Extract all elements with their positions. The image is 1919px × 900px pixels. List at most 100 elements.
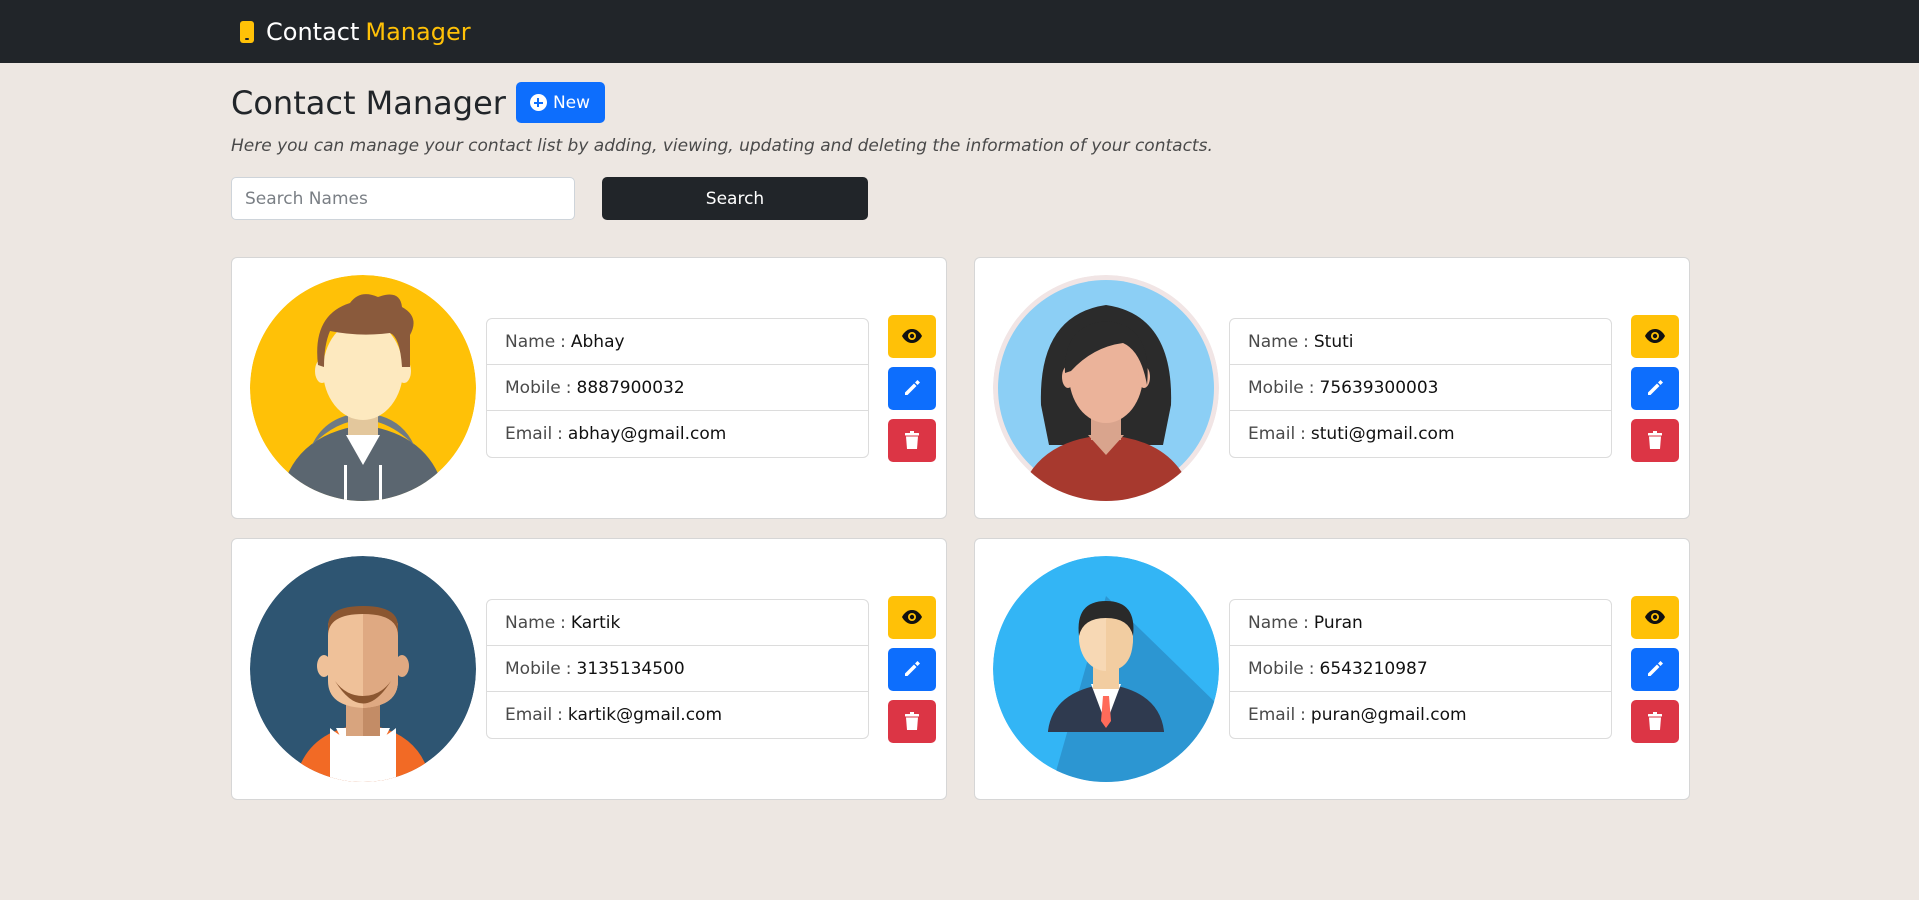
contact-mobile-row: Mobile : 6543210987 <box>1230 646 1611 692</box>
contact-card: Name : Abhay Mobile : 8887900032 Email :… <box>231 257 947 519</box>
contact-mobile-row: Mobile : 8887900032 <box>487 365 868 411</box>
search-button[interactable]: Search <box>602 177 868 220</box>
contact-card: Name : Stuti Mobile : 75639300003 Email … <box>974 257 1690 519</box>
pencil-icon <box>905 661 920 676</box>
contact-name-row: Name : Abhay <box>487 319 868 365</box>
eye-icon <box>902 329 922 343</box>
delete-contact-button[interactable] <box>888 699 936 743</box>
separator: : <box>557 705 563 725</box>
brand-text-accent: Manager <box>365 17 471 46</box>
contact-name-row: Name : Kartik <box>487 600 868 646</box>
view-contact-button[interactable] <box>888 314 936 358</box>
contact-email: stuti@gmail.com <box>1310 424 1455 444</box>
contact-info-list: Name : Abhay Mobile : 8887900032 Email :… <box>486 318 869 458</box>
contact-email-row: Email : stuti@gmail.com <box>1230 411 1611 457</box>
contact-name: Puran <box>1313 612 1363 633</box>
separator: : <box>1303 331 1309 352</box>
contact-name-row: Name : Puran <box>1230 600 1611 646</box>
delete-contact-button[interactable] <box>1631 699 1679 743</box>
mobile-label: Mobile <box>1248 658 1304 679</box>
separator: : <box>1308 658 1315 679</box>
separator: : <box>1308 377 1315 398</box>
contact-email: puran@gmail.com <box>1310 705 1467 725</box>
search-input[interactable] <box>231 177 575 220</box>
pencil-icon <box>1648 380 1663 395</box>
contact-actions <box>1631 314 1679 462</box>
mobile-label: Mobile <box>1248 377 1304 398</box>
edit-contact-button[interactable] <box>1631 647 1679 691</box>
contact-mobile: 3135134500 <box>576 658 685 679</box>
contact-mobile-row: Mobile : 75639300003 <box>1230 365 1611 411</box>
brand-link[interactable]: Contact Manager <box>240 18 471 46</box>
brand-text: Contact <box>266 17 360 46</box>
separator: : <box>1303 612 1309 633</box>
email-label: Email <box>505 705 553 725</box>
contact-info-list: Name : Stuti Mobile : 75639300003 Email … <box>1229 318 1612 458</box>
page-title: Contact Manager <box>231 83 506 122</box>
pencil-icon <box>1648 661 1663 676</box>
contact-mobile: 75639300003 <box>1319 377 1439 398</box>
contact-actions <box>1631 595 1679 743</box>
name-label: Name <box>505 331 556 352</box>
contact-email-row: Email : puran@gmail.com <box>1230 692 1611 738</box>
main-container: Contact Manager New Here you can manage … <box>231 82 1690 800</box>
navbar: Contact Manager <box>0 0 1919 63</box>
view-contact-button[interactable] <box>1631 595 1679 639</box>
name-label: Name <box>505 612 556 633</box>
contact-mobile-row: Mobile : 3135134500 <box>487 646 868 692</box>
contact-mobile: 6543210987 <box>1319 658 1428 679</box>
new-button-label: New <box>552 92 591 113</box>
contact-info-list: Name : Puran Mobile : 6543210987 Email :… <box>1229 599 1612 739</box>
contact-name: Abhay <box>570 331 625 352</box>
mobile-phone-icon <box>240 20 254 43</box>
separator: : <box>560 331 566 352</box>
contact-card: Name : Kartik Mobile : 3135134500 Email … <box>231 538 947 800</box>
eye-icon <box>1645 610 1665 624</box>
trash-icon <box>905 712 919 730</box>
separator: : <box>565 658 572 679</box>
contact-email: abhay@gmail.com <box>567 424 727 444</box>
trash-icon <box>905 431 919 449</box>
contacts-grid: Name : Abhay Mobile : 8887900032 Email :… <box>231 257 1690 800</box>
contact-card: Name : Puran Mobile : 6543210987 Email :… <box>974 538 1690 800</box>
contact-email: kartik@gmail.com <box>567 705 723 725</box>
contact-actions <box>888 595 936 743</box>
separator: : <box>1300 705 1306 725</box>
view-contact-button[interactable] <box>888 595 936 639</box>
contact-actions <box>888 314 936 462</box>
page-description: Here you can manage your contact list by… <box>231 136 1213 156</box>
separator: : <box>1300 424 1306 444</box>
email-label: Email <box>1248 424 1296 444</box>
contact-mobile: 8887900032 <box>576 377 685 398</box>
businessman-avatar <box>993 556 1219 782</box>
delete-contact-button[interactable] <box>888 418 936 462</box>
contact-name: Kartik <box>570 612 621 633</box>
email-label: Email <box>1248 705 1296 725</box>
contact-email-row: Email : kartik@gmail.com <box>487 692 868 738</box>
edit-contact-button[interactable] <box>888 366 936 410</box>
separator: : <box>565 377 572 398</box>
edit-contact-button[interactable] <box>1631 366 1679 410</box>
pencil-icon <box>905 380 920 395</box>
woman-avatar <box>993 275 1219 501</box>
delete-contact-button[interactable] <box>1631 418 1679 462</box>
contact-name-row: Name : Stuti <box>1230 319 1611 365</box>
trash-icon <box>1648 712 1662 730</box>
mobile-label: Mobile <box>505 377 561 398</box>
title-row: Contact Manager New <box>231 82 1689 123</box>
edit-contact-button[interactable] <box>888 647 936 691</box>
trash-icon <box>1648 431 1662 449</box>
separator: : <box>557 424 563 444</box>
bearded-man-avatar <box>250 556 476 782</box>
view-contact-button[interactable] <box>1631 314 1679 358</box>
separator: : <box>560 612 566 633</box>
man-hoodie-avatar <box>250 275 476 501</box>
plus-circle-icon <box>529 94 547 111</box>
name-label: Name <box>1248 331 1299 352</box>
mobile-label: Mobile <box>505 658 561 679</box>
eye-icon <box>902 610 922 624</box>
eye-icon <box>1645 329 1665 343</box>
name-label: Name <box>1248 612 1299 633</box>
search-row: Search <box>231 177 1689 220</box>
new-contact-button[interactable]: New <box>515 82 606 123</box>
